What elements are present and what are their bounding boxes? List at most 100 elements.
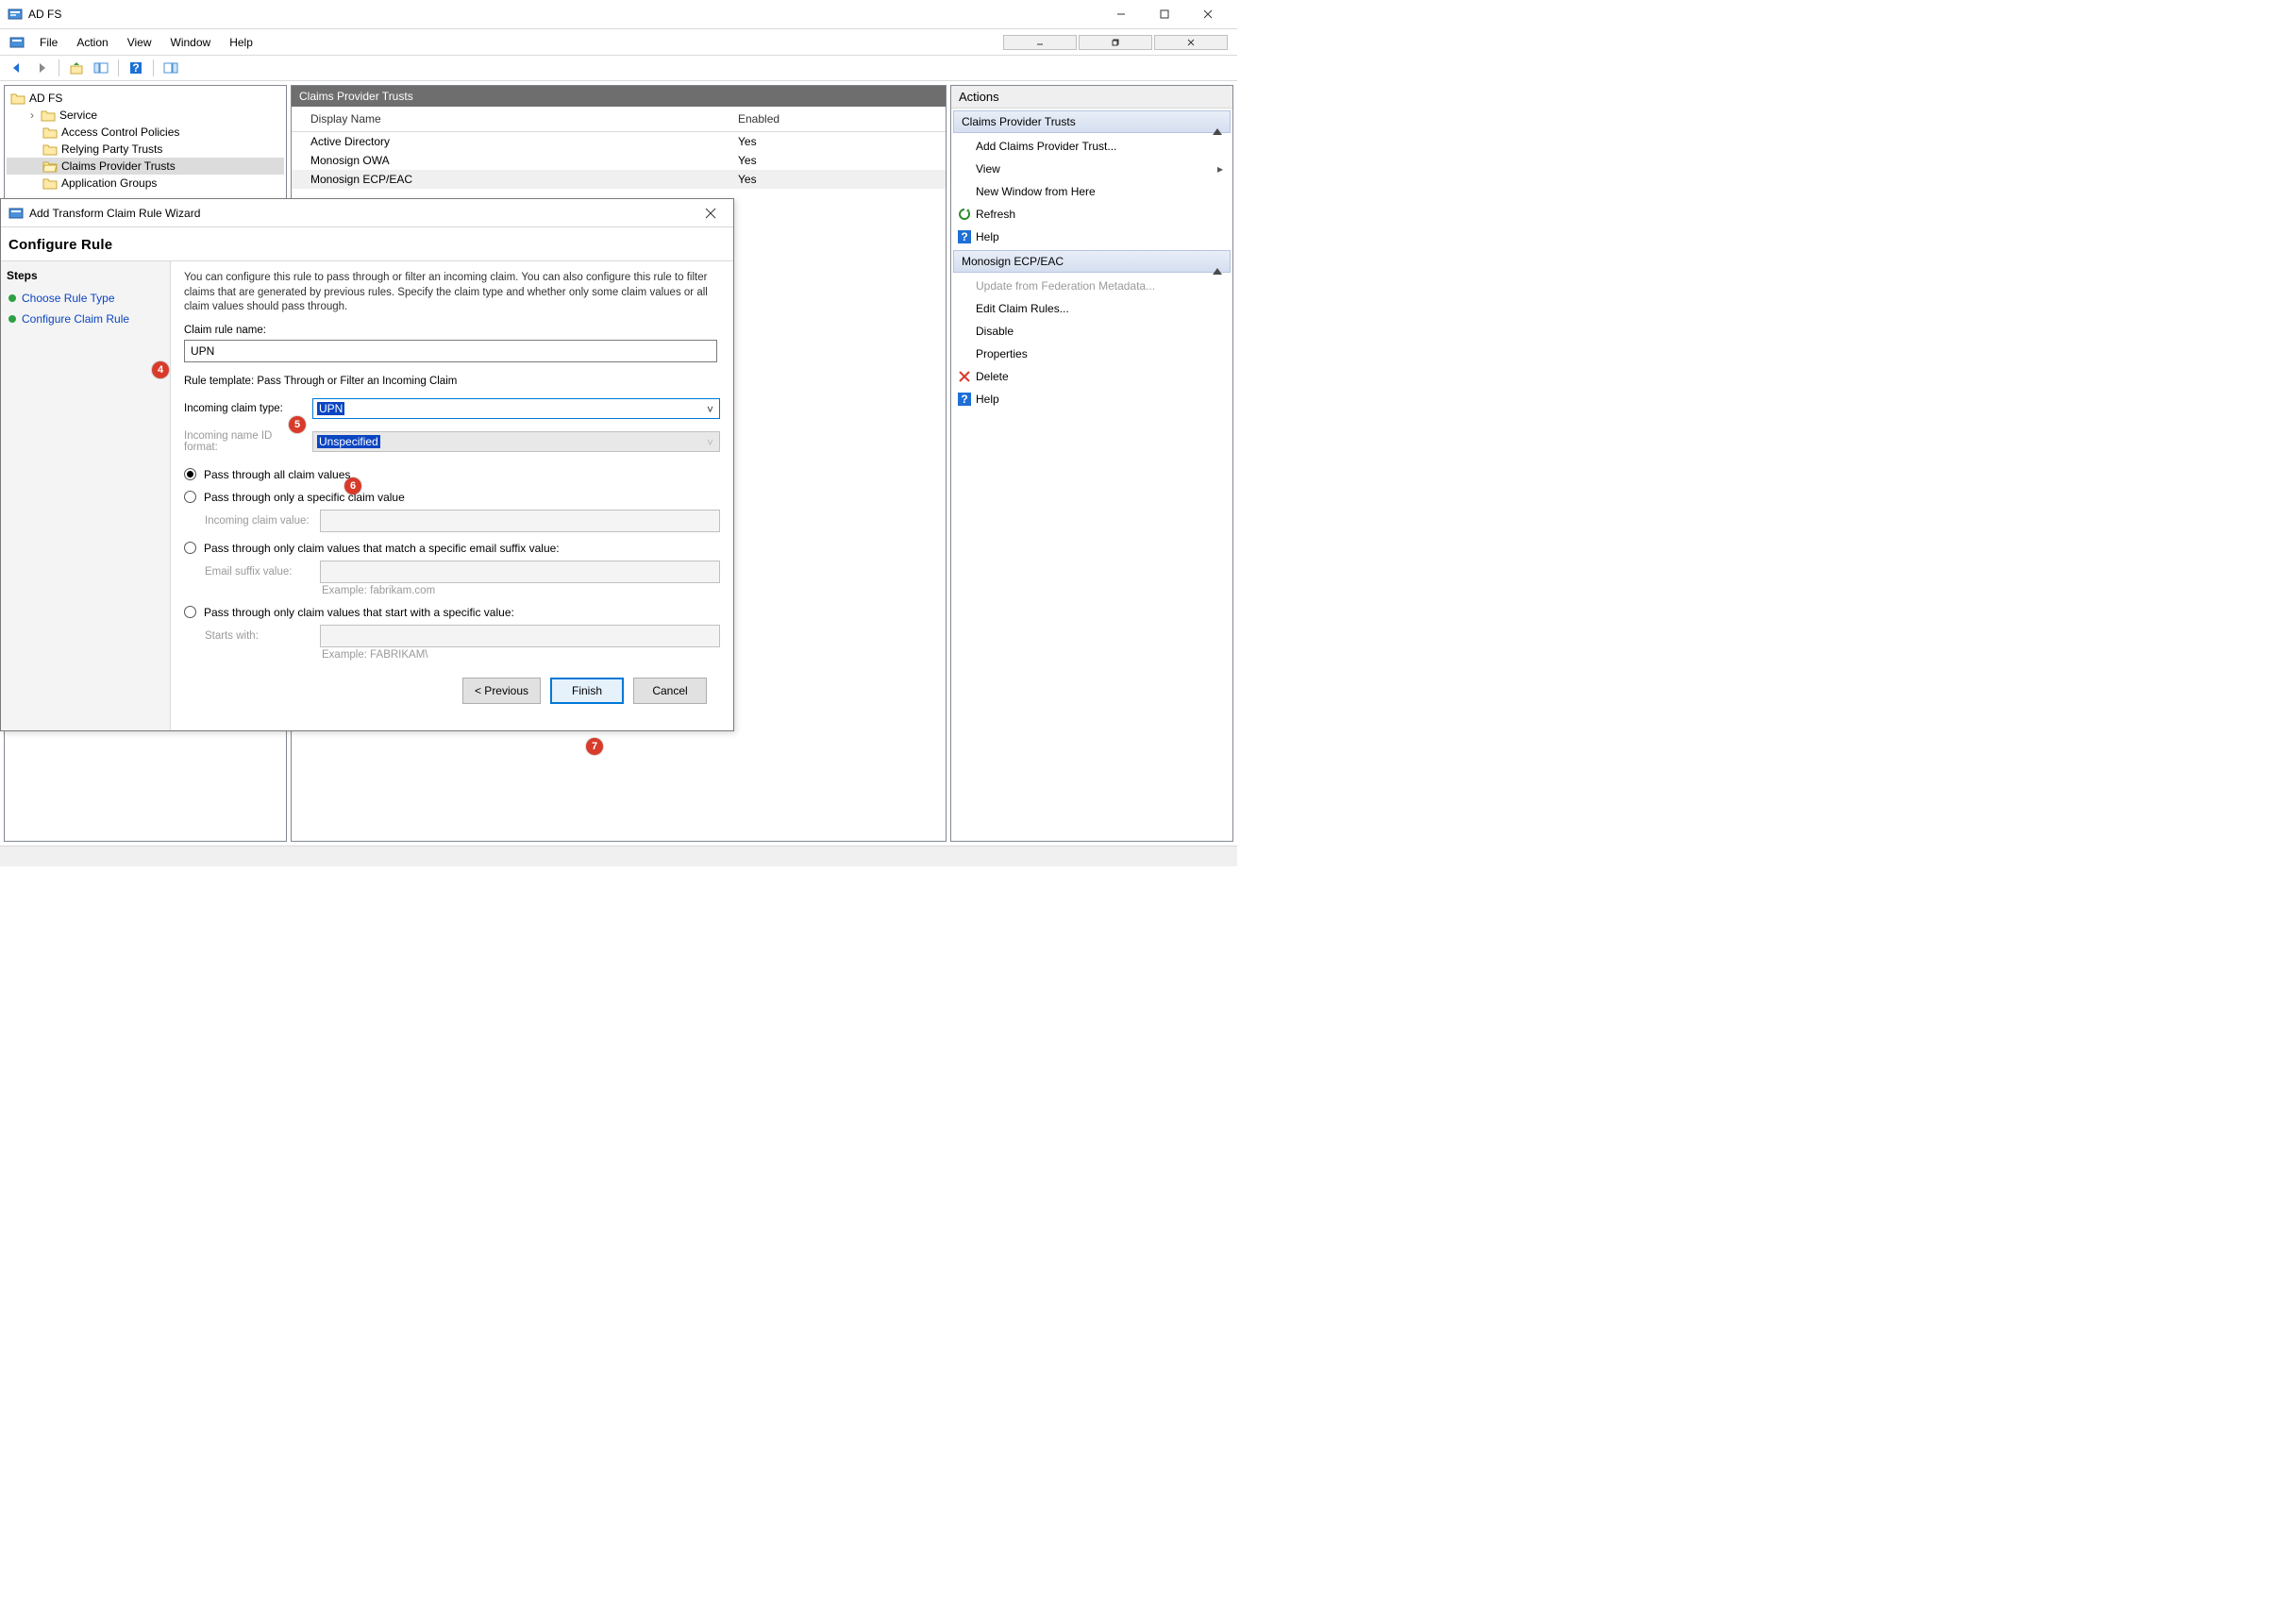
action-delete[interactable]: Delete (951, 365, 1232, 388)
dialog-close-button[interactable] (696, 200, 726, 226)
dialog-subtitle: Configure Rule (1, 227, 733, 260)
mdi-restore-button[interactable] (1079, 35, 1152, 50)
menu-window[interactable]: Window (163, 32, 219, 53)
tree-item-service[interactable]: › Service (7, 107, 284, 124)
tree-item-cpt[interactable]: Claims Provider Trusts (7, 158, 284, 175)
radio-label: Pass through only a specific claim value (204, 491, 405, 504)
action-label: View (976, 162, 1000, 176)
menubar: File Action View Window Help (0, 29, 1237, 55)
tree-item-label: Access Control Policies (61, 126, 179, 139)
radio-input[interactable] (184, 491, 196, 503)
annotation-marker: 5 (289, 416, 306, 433)
action-help[interactable]: ? Help (951, 388, 1232, 410)
window-maximize-button[interactable] (1143, 0, 1186, 28)
collapse-icon[interactable] (1213, 115, 1222, 128)
actions-group-header-selection[interactable]: Monosign ECP/EAC (953, 250, 1231, 273)
mdi-close-button[interactable] (1154, 35, 1228, 50)
action-disable[interactable]: Disable (951, 320, 1232, 343)
radio-input[interactable] (184, 542, 196, 554)
action-view[interactable]: View (951, 158, 1232, 180)
chevron-down-icon: ˅ (707, 436, 713, 449)
folder-open-icon (42, 159, 58, 173)
svg-text:?: ? (132, 61, 139, 75)
menu-file[interactable]: File (32, 32, 65, 53)
svg-text:?: ? (961, 393, 967, 406)
finish-button[interactable]: Finish (550, 678, 624, 704)
annotation-marker: 7 (586, 738, 603, 755)
radio-input[interactable] (184, 606, 196, 618)
action-help[interactable]: ? Help (951, 226, 1232, 248)
folder-icon (42, 142, 58, 156)
tree-item-label: Application Groups (61, 176, 157, 190)
actions-group-header-cpt[interactable]: Claims Provider Trusts (953, 110, 1231, 133)
toolbar-showhide-tree-button[interactable] (90, 58, 112, 78)
toolbar-back-button[interactable] (6, 58, 28, 78)
tree-item-rpt[interactable]: Relying Party Trusts (7, 141, 284, 158)
toolbar-forward-button[interactable] (30, 58, 53, 78)
statusbar (0, 846, 1237, 866)
wizard-form: You can configure this rule to pass thro… (171, 260, 733, 730)
tree-root[interactable]: AD FS (7, 90, 284, 107)
menu-view[interactable]: View (120, 32, 159, 53)
action-refresh[interactable]: Refresh (951, 203, 1232, 226)
expand-icon[interactable]: › (27, 109, 37, 122)
action-properties[interactable]: Properties (951, 343, 1232, 365)
radio-input[interactable] (184, 468, 196, 480)
table-header: Display Name Enabled (292, 107, 946, 132)
wizard-step-choose-type[interactable]: Choose Rule Type (1, 288, 170, 309)
adfs-app-icon (9, 35, 25, 50)
rule-name-input[interactable] (184, 340, 717, 362)
toolbar: ? (0, 55, 1237, 81)
step-label: Configure Claim Rule (22, 312, 129, 326)
action-label: Delete (976, 370, 1009, 383)
wizard-step-configure[interactable]: Configure Claim Rule (1, 309, 170, 329)
step-dot-icon (8, 294, 16, 302)
collapse-icon[interactable] (1213, 255, 1222, 268)
action-label: Disable (976, 325, 1014, 338)
column-header-display[interactable]: Display Name (310, 112, 738, 126)
action-add-cpt[interactable]: Add Claims Provider Trust... (951, 135, 1232, 158)
radio-pass-all[interactable]: Pass through all claim values (184, 468, 720, 481)
dialog-titlebar[interactable]: Add Transform Claim Rule Wizard (1, 199, 733, 227)
mdi-minimize-button[interactable] (1003, 35, 1077, 50)
table-row[interactable]: Active Directory Yes (292, 132, 946, 151)
label-starts-with: Starts with: (205, 630, 310, 642)
action-new-window[interactable]: New Window from Here (951, 180, 1232, 203)
select-value: Unspecified (317, 435, 380, 448)
action-update-federation: Update from Federation Metadata... (951, 275, 1232, 297)
result-pane-header: Claims Provider Trusts (292, 86, 946, 107)
step-dot-icon (8, 315, 16, 323)
action-label: Update from Federation Metadata... (976, 279, 1155, 293)
label-email-suffix: Email suffix value: (205, 566, 310, 578)
refresh-icon (957, 207, 972, 222)
tree-item-appgroups[interactable]: Application Groups (7, 175, 284, 192)
toolbar-help-button[interactable]: ? (125, 58, 147, 78)
radio-pass-email-suffix[interactable]: Pass through only claim values that matc… (184, 542, 720, 555)
window-close-button[interactable] (1186, 0, 1230, 28)
table-row[interactable]: Monosign ECP/EAC Yes (292, 170, 946, 189)
radio-pass-specific[interactable]: Pass through only a specific claim value (184, 491, 720, 504)
actions-group-label: Claims Provider Trusts (962, 115, 1076, 128)
toolbar-showhide-action-button[interactable] (159, 58, 182, 78)
window-title: AD FS (28, 8, 1099, 21)
menu-help[interactable]: Help (222, 32, 260, 53)
action-edit-claim-rules[interactable]: Edit Claim Rules... (951, 297, 1232, 320)
toolbar-up-button[interactable] (65, 58, 88, 78)
window-titlebar: AD FS (0, 0, 1237, 29)
tree-item-acp[interactable]: Access Control Policies (7, 124, 284, 141)
table-row[interactable]: Monosign OWA Yes (292, 151, 946, 170)
menu-action[interactable]: Action (69, 32, 115, 53)
previous-button[interactable]: < Previous (462, 678, 541, 704)
radio-label: Pass through only claim values that matc… (204, 542, 560, 555)
cell-display: Active Directory (310, 135, 738, 148)
radio-label: Pass through only claim values that star… (204, 606, 514, 619)
incoming-claim-type-select[interactable]: UPN ˅ (312, 398, 720, 419)
column-header-enabled[interactable]: Enabled (738, 112, 927, 126)
cancel-button[interactable]: Cancel (633, 678, 707, 704)
incoming-nameid-select: Unspecified ˅ (312, 431, 720, 452)
window-minimize-button[interactable] (1099, 0, 1143, 28)
adfs-app-icon (8, 7, 23, 22)
wizard-dialog: Add Transform Claim Rule Wizard Configur… (0, 198, 734, 731)
form-description: You can configure this rule to pass thro… (184, 271, 720, 315)
radio-pass-starts-with[interactable]: Pass through only claim values that star… (184, 606, 720, 619)
